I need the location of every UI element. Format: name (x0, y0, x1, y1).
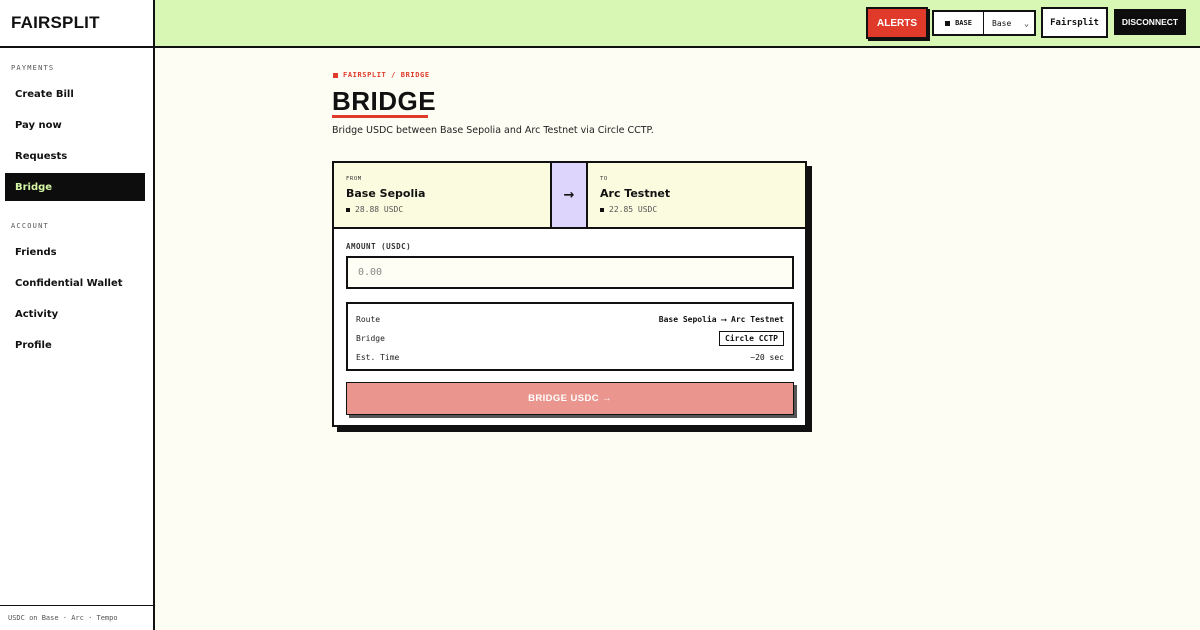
chevron-down-icon: ⌄ (1024, 18, 1029, 28)
sidebar-item-friends[interactable]: Friends (5, 238, 145, 266)
breadcrumb: FAIRSPLIT / BRIDGE (333, 71, 430, 79)
to-chain-name: Arc Testnet (600, 187, 671, 200)
detail-row-bridge: Bridge Circle CCTP (356, 329, 784, 348)
amount-input[interactable]: 0.00 (346, 256, 794, 289)
disconnect-button[interactable]: DISCONNECT (1114, 9, 1186, 35)
nav-account: Friends Confidential Wallet Activity Pro… (5, 238, 145, 362)
sidebar-item-profile[interactable]: Profile (5, 331, 145, 359)
to-chain-panel[interactable]: TO Arc Testnet 22.85 USDC (586, 163, 805, 227)
time-value: ~20 sec (750, 353, 784, 362)
sidebar-item-confidential-wallet[interactable]: Confidential Wallet (5, 269, 145, 297)
sidebar-item-activity[interactable]: Activity (5, 300, 145, 328)
square-icon (600, 207, 604, 212)
route-key: Route (356, 315, 381, 324)
detail-row-time: Est. Time ~20 sec (356, 348, 784, 367)
breadcrumb-text: FAIRSPLIT / BRIDGE (343, 71, 430, 79)
time-key: Est. Time (356, 353, 400, 362)
bridge-key: Bridge (356, 334, 385, 343)
arrow-right-icon: → (563, 187, 575, 203)
route-value: Base Sepolia ⟶ Arc Testnet (658, 315, 784, 324)
section-label-account: ACCOUNT (11, 222, 49, 230)
top-header: ALERTS BASE Base ⌄ Fairsplit DISCONNECT (155, 0, 1200, 48)
sidebar-item-pay-now[interactable]: Pay now (5, 111, 145, 139)
chain-select[interactable]: Base ⌄ (984, 12, 1034, 34)
route-details: Route Base Sepolia ⟶ Arc Testnet Bridge … (346, 302, 794, 371)
chain-switcher: BASE Base ⌄ (932, 10, 1036, 36)
page-subtitle: Bridge USDC between Base Sepolia and Arc… (332, 125, 654, 136)
detail-row-route: Route Base Sepolia ⟶ Arc Testnet (356, 310, 784, 329)
from-label: FROM (346, 176, 362, 182)
square-icon (333, 72, 338, 78)
page-title: BRIDGE (332, 86, 437, 116)
chain-tag-label: BASE (955, 19, 972, 27)
bridge-usdc-button[interactable]: BRIDGE USDC → (346, 382, 794, 415)
sidebar: FAIRSPLIT PAYMENTS Create Bill Pay now R… (0, 0, 155, 630)
chain-select-value: Base (992, 18, 1012, 28)
title-underline (332, 115, 428, 118)
from-balance-value: 28.88 USDC (355, 205, 404, 214)
from-chain-name: Base Sepolia (346, 187, 426, 200)
amount-label: AMOUNT (USDC) (346, 242, 412, 251)
from-chain-panel[interactable]: FROM Base Sepolia 28.88 USDC (334, 163, 552, 227)
nav-payments: Create Bill Pay now Requests Bridge (5, 80, 145, 204)
bridge-provider-badge: Circle CCTP (719, 331, 784, 346)
sidebar-item-requests[interactable]: Requests (5, 142, 145, 170)
brand-logo[interactable]: FAIRSPLIT (0, 0, 153, 48)
to-balance: 22.85 USDC (600, 205, 793, 214)
bridge-card: FROM Base Sepolia 28.88 USDC → TO Arc Te… (332, 161, 807, 427)
chain-route: FROM Base Sepolia 28.88 USDC → TO Arc Te… (334, 163, 805, 229)
account-button[interactable]: Fairsplit (1041, 7, 1108, 38)
alerts-button[interactable]: ALERTS (866, 7, 928, 39)
to-label: TO (600, 176, 608, 182)
to-balance-value: 22.85 USDC (609, 205, 658, 214)
chain-tag: BASE (934, 12, 984, 34)
square-icon (346, 207, 350, 212)
section-label-payments: PAYMENTS (11, 64, 55, 72)
sidebar-item-create-bill[interactable]: Create Bill (5, 80, 145, 108)
square-icon (945, 20, 951, 26)
sidebar-footer: USDC on Base · Arc · Tempo (0, 605, 153, 630)
from-balance: 28.88 USDC (346, 205, 538, 214)
sidebar-item-bridge[interactable]: Bridge (5, 173, 145, 201)
swap-direction-button[interactable]: → (552, 163, 586, 227)
